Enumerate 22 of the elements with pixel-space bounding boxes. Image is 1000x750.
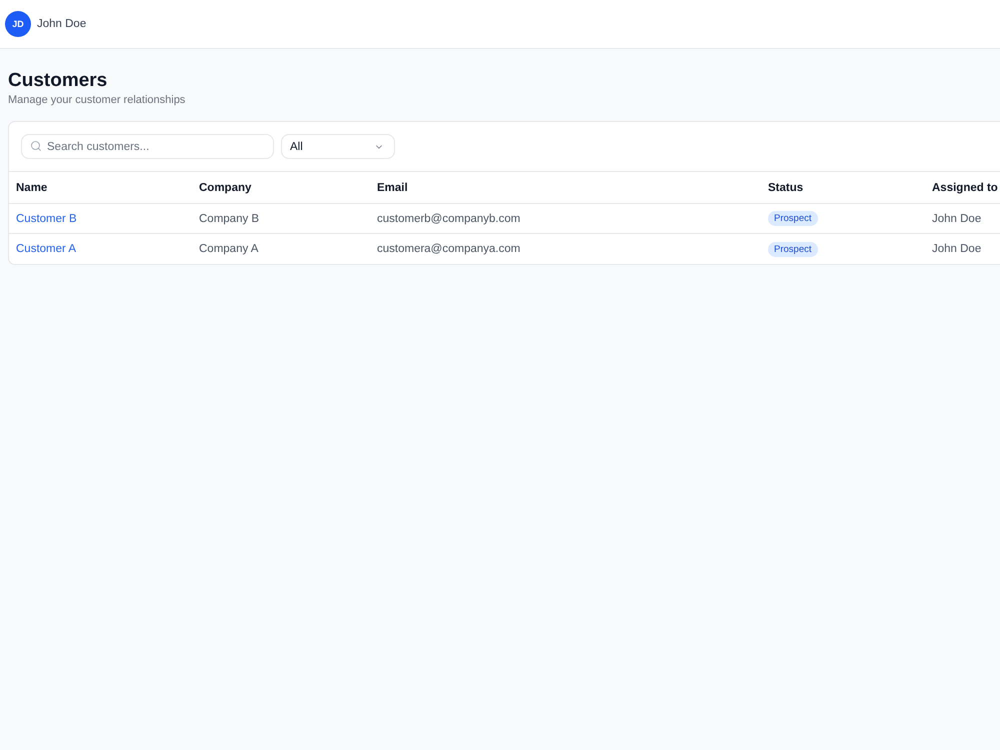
assigned-to-cell-text: John Doe [931, 242, 982, 257]
customer-name-link[interactable]: Customer B [16, 212, 77, 224]
user-name: John Doe [37, 18, 86, 30]
assigned-to-cell: John Doe [925, 204, 1000, 234]
column-header: Status [761, 172, 925, 204]
column-header: Company [192, 172, 370, 204]
company-cell: Company B [192, 204, 370, 234]
search-icon [30, 140, 42, 152]
page-subtitle: Manage your customer relationships [8, 93, 186, 107]
email-cell: customerb@companyb.com [370, 204, 761, 234]
column-header: Name [9, 172, 192, 204]
company-cell-text: Company A [198, 242, 260, 257]
column-header: Email [370, 172, 761, 204]
user-avatar: JD [5, 11, 31, 37]
column-header: Assigned to [925, 172, 1000, 204]
search-field[interactable]: Search customers... [21, 134, 274, 159]
status-badge: Prospect [768, 242, 818, 256]
status-filter-dropdown[interactable]: All [281, 134, 395, 159]
page-title: Customers [8, 70, 108, 92]
status-badge: Prospect [768, 211, 818, 226]
email-cell-text: customera@companya.com [376, 242, 522, 257]
customer-name-link[interactable]: Customer A [16, 243, 76, 255]
